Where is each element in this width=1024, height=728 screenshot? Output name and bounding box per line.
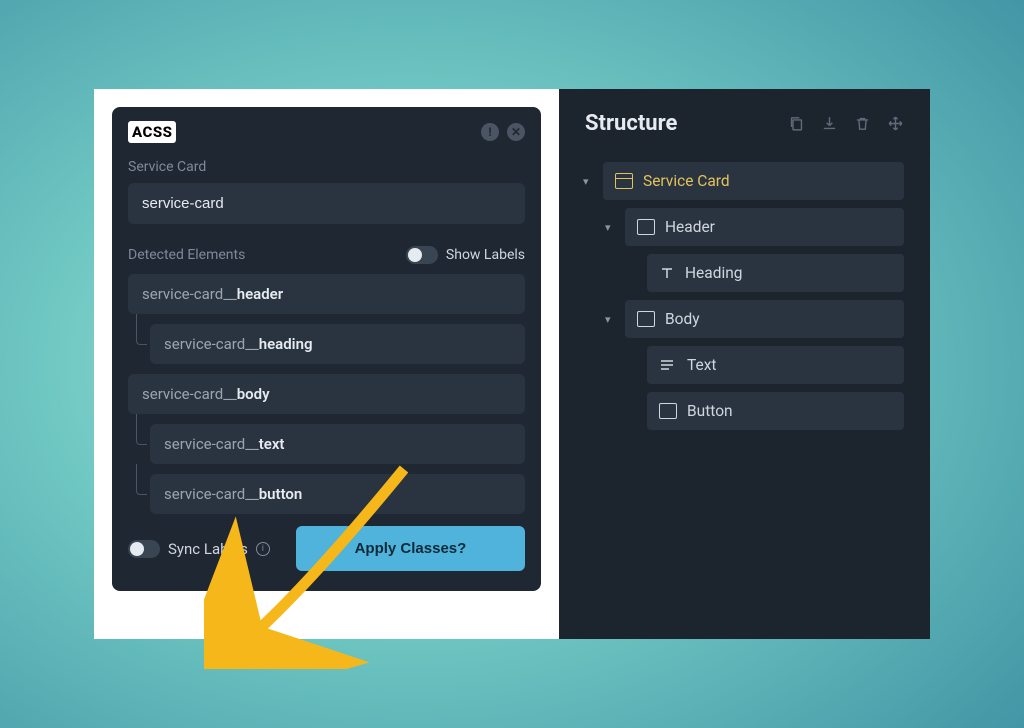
detected-elements-list: service-card__header service-card__headin… bbox=[128, 274, 525, 514]
acss-header: ACSS ! ✕ bbox=[128, 121, 525, 143]
copy-icon[interactable] bbox=[788, 115, 805, 132]
sync-labels-info-icon[interactable]: i bbox=[256, 542, 270, 556]
show-labels-label: Show Labels bbox=[446, 247, 525, 263]
box-icon bbox=[637, 311, 655, 327]
sync-labels-toggle[interactable] bbox=[128, 540, 160, 558]
tree-row-label: Button bbox=[687, 402, 733, 420]
container-icon bbox=[615, 173, 633, 189]
tree-row[interactable]: Heading bbox=[647, 254, 904, 292]
tree-row[interactable]: Text bbox=[647, 346, 904, 384]
tree-row-label: Body bbox=[665, 310, 700, 328]
trash-icon[interactable] bbox=[854, 115, 871, 132]
heading-icon bbox=[659, 265, 675, 281]
app-window: ACSS ! ✕ Service Card Detected Elements … bbox=[94, 89, 930, 639]
chevron-down-icon[interactable]: ▾ bbox=[605, 221, 611, 234]
tree-row[interactable]: ▾Service Card bbox=[603, 162, 904, 200]
structure-tree: ▾Service Card▾HeaderHeading▾BodyTextButt… bbox=[585, 162, 904, 430]
structure-title: Structure bbox=[585, 111, 677, 136]
chevron-down-icon[interactable]: ▾ bbox=[583, 175, 589, 188]
apply-classes-button[interactable]: Apply Classes? bbox=[296, 526, 525, 571]
move-icon[interactable] bbox=[887, 115, 904, 132]
acss-panel-container: ACSS ! ✕ Service Card Detected Elements … bbox=[94, 89, 559, 639]
tree-row-label: Service Card bbox=[643, 172, 730, 190]
detected-element-row[interactable]: service-card__body bbox=[128, 374, 525, 414]
close-icon[interactable]: ✕ bbox=[507, 123, 525, 141]
detected-element-row[interactable]: service-card__button bbox=[150, 474, 525, 514]
box-icon bbox=[637, 219, 655, 235]
detected-elements-label: Detected Elements bbox=[128, 247, 245, 263]
tree-row-label: Text bbox=[687, 356, 716, 374]
card-name-input[interactable] bbox=[128, 183, 525, 224]
show-labels-toggle[interactable] bbox=[406, 246, 438, 264]
info-icon[interactable]: ! bbox=[481, 123, 499, 141]
detected-element-row[interactable]: service-card__heading bbox=[150, 324, 525, 364]
tree-row-label: Heading bbox=[685, 264, 742, 282]
card-title-label: Service Card bbox=[128, 159, 525, 175]
text-icon bbox=[659, 357, 677, 373]
detected-element-row[interactable]: service-card__text bbox=[150, 424, 525, 464]
acss-panel: ACSS ! ✕ Service Card Detected Elements … bbox=[112, 107, 541, 591]
chevron-down-icon[interactable]: ▾ bbox=[605, 313, 611, 326]
acss-logo: ACSS bbox=[128, 121, 176, 143]
tree-row-label: Header bbox=[665, 218, 715, 236]
tree-row[interactable]: Button bbox=[647, 392, 904, 430]
sync-labels-label: Sync Labels bbox=[168, 540, 248, 558]
tree-row[interactable]: ▾Header bbox=[625, 208, 904, 246]
structure-panel: Structure ▾Service Card▾HeaderHeading▾Bo… bbox=[559, 89, 930, 639]
download-icon[interactable] bbox=[821, 115, 838, 132]
tree-row[interactable]: ▾Body bbox=[625, 300, 904, 338]
detected-element-row[interactable]: service-card__header bbox=[128, 274, 525, 314]
box-icon bbox=[659, 403, 677, 419]
